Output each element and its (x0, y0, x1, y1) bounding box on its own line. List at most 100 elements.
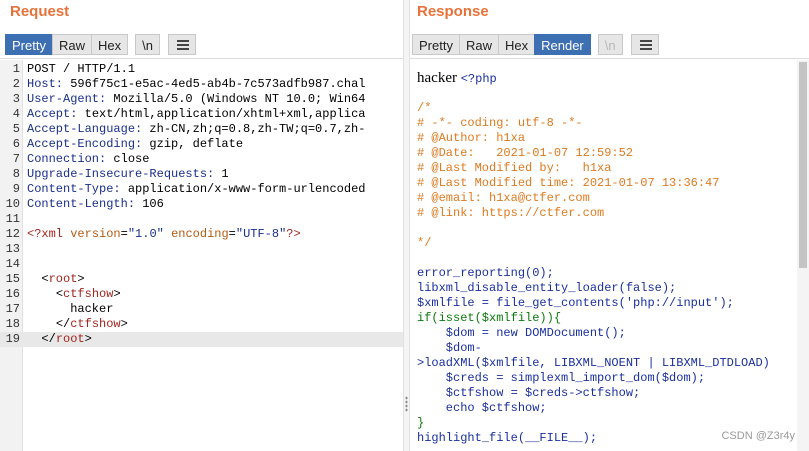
request-line[interactable]: 18 </ctfshow> (0, 317, 403, 332)
xml-bracket: > (77, 272, 85, 286)
line-number: 13 (5, 242, 20, 256)
xml-attr-value: "1.0" (127, 227, 164, 241)
line-text: Content-Type: application/x-www-form-url… (27, 182, 402, 197)
request-line[interactable]: 17 hacker (0, 302, 403, 317)
line-number: 18 (5, 317, 20, 331)
line-number: 15 (5, 272, 20, 286)
response-render-view: hacker <?php /* # -*- coding: utf-8 -*- # … (410, 60, 797, 451)
line-text: User-Agent: Mozilla/5.0 (Windows NT 10.0… (27, 92, 402, 107)
response-header-divider (410, 58, 809, 59)
source-line: */ (417, 236, 432, 250)
request-editor[interactable]: 1 POST / HTTP/1.1 2 Host: 596f75c1-e5ac-4ed… (0, 60, 403, 451)
request-newline-toggle[interactable]: \n (135, 33, 160, 55)
line-number: 7 (12, 152, 20, 166)
request-line[interactable]: 10 Content-Length: 106 (0, 197, 403, 212)
line-text: hacker (27, 302, 402, 317)
xml-bracket: </ (55, 317, 71, 331)
line-number: 12 (5, 227, 20, 241)
request-line[interactable]: 6 Accept-Encoding: gzip, deflate (0, 137, 403, 152)
response-tab-hex[interactable]: Hex (497, 33, 536, 55)
response-tab-pretty[interactable]: Pretty (412, 33, 460, 55)
line-number: 9 (12, 182, 20, 196)
request-line[interactable]: 7 Connection: close (0, 152, 403, 167)
line-number: 19 (5, 332, 20, 346)
request-menu-button[interactable] (167, 33, 196, 55)
request-line[interactable]: 1 POST / HTTP/1.1 (0, 62, 403, 77)
line-number: 11 (5, 212, 20, 226)
request-line[interactable]: 11 (0, 212, 403, 227)
line-text: Host: 596f75c1-e5ac-4ed5-ab4b-7c573adfb9… (27, 77, 402, 92)
request-tab-pretty[interactable]: Pretty (5, 33, 53, 55)
request-line[interactable]: 8 Upgrade-Insecure-Requests: 1 (0, 167, 403, 182)
source-line: # -*- coding: utf-8 -*- (417, 116, 583, 130)
line-number: 14 (5, 257, 20, 271)
xml-attr-name: encoding (171, 227, 229, 241)
request-tabs: Pretty Raw Hex \n (5, 33, 196, 55)
watermark: CSDN @Z3r4y (721, 430, 795, 442)
pane-splitter[interactable] (403, 0, 410, 451)
line-number: 1 (12, 62, 20, 76)
header-name: Host: (27, 77, 64, 91)
request-line[interactable]: 16 <ctfshow> (0, 287, 403, 302)
response-title: Response (417, 3, 489, 20)
source-line: $dom = new DOMDocument(); (417, 326, 626, 340)
xml-attr-name: version (70, 227, 121, 241)
rendered-output: hacker <?php (417, 70, 497, 87)
request-header-divider (0, 58, 403, 59)
line-number: 4 (12, 107, 20, 121)
request-line[interactable]: 19 </root> (0, 332, 403, 347)
request-line[interactable]: 13 (0, 242, 403, 257)
line-text: POST / HTTP/1.1 (27, 62, 402, 77)
xml-decl-end: ?> (286, 227, 301, 241)
source-line: # @Last Modified by: h1xa (417, 161, 612, 175)
xml-bracket: > (84, 332, 92, 346)
response-newline-toggle[interactable]: \n (597, 33, 623, 55)
header-value: 106 (135, 197, 164, 211)
header-name: Connection: (27, 152, 107, 166)
request-line[interactable]: 2 Host: 596f75c1-e5ac-4ed5-ab4b-7c573adfb… (0, 77, 403, 92)
header-name: Content-Type: (27, 182, 121, 196)
response-scrollbar-thumb[interactable] (799, 62, 807, 268)
xml-equals: = (120, 227, 128, 241)
header-value: close (106, 152, 150, 166)
request-line[interactable]: 4 Accept: text/html,application/xhtml+xml… (0, 107, 403, 122)
request-pane: Request Pretty Raw Hex \n 1 POST / HTTP/1… (0, 0, 403, 451)
php-open-tag: <?php (460, 72, 497, 86)
source-line: # @Author: h1xa (417, 131, 526, 145)
xml-bracket: > (120, 317, 128, 331)
line-text: </ctfshow> (27, 317, 402, 332)
source-line: $xmlfile = file_get_contents('php://inpu… (417, 296, 734, 310)
header-name: Accept-Language: (27, 122, 143, 136)
request-line[interactable]: 14 (0, 257, 403, 272)
line-text: <ctfshow> (27, 287, 402, 302)
line-text: Accept: text/html,application/xhtml+xml,… (27, 107, 402, 122)
response-menu-button[interactable] (630, 33, 659, 55)
xml-bracket: < (55, 287, 64, 301)
request-line[interactable]: 15 <root> (0, 272, 403, 287)
xml-tag-name: root (55, 332, 85, 346)
request-line[interactable]: 12 <?xml version="1.0" encoding="UTF-8"?> (0, 227, 403, 242)
source-line: } (417, 416, 425, 430)
header-name: User-Agent: (27, 92, 107, 106)
source-line: /* (417, 101, 432, 115)
request-tab-raw[interactable]: Raw (51, 33, 92, 55)
xml-tag-name: root (48, 272, 78, 286)
response-tab-raw[interactable]: Raw (458, 33, 499, 55)
source-line: $ctfshow = $creds->ctfshow; (417, 386, 641, 400)
plain-text: hacker (27, 302, 114, 316)
request-line[interactable]: 5 Accept-Language: zh-CN,zh;q=0.8,zh-TW;q… (0, 122, 403, 137)
request-line[interactable]: 9 Content-Type: application/x-www-form-ur… (0, 182, 403, 197)
header-name: Upgrade-Insecure-Requests: (27, 167, 215, 181)
request-tab-hex[interactable]: Hex (90, 33, 129, 55)
line-text: <?xml version="1.0" encoding="UTF-8"?> (27, 227, 402, 242)
header-value: zh-CN,zh;q=0.8,zh-TW;q=0.7,zh- (142, 122, 366, 136)
header-name: Accept: (27, 107, 78, 121)
xml-tag-name: ctfshow (70, 317, 121, 331)
source-line: highlight_file(__FILE__); (417, 431, 598, 445)
source-line: # @email: h1xa@ctfer.com (417, 191, 590, 205)
request-line[interactable]: 3 User-Agent: Mozilla/5.0 (Windows NT 10.… (0, 92, 403, 107)
request-title: Request (10, 3, 70, 20)
source-line: $dom- (417, 341, 482, 355)
response-tab-render[interactable]: Render (534, 33, 591, 55)
